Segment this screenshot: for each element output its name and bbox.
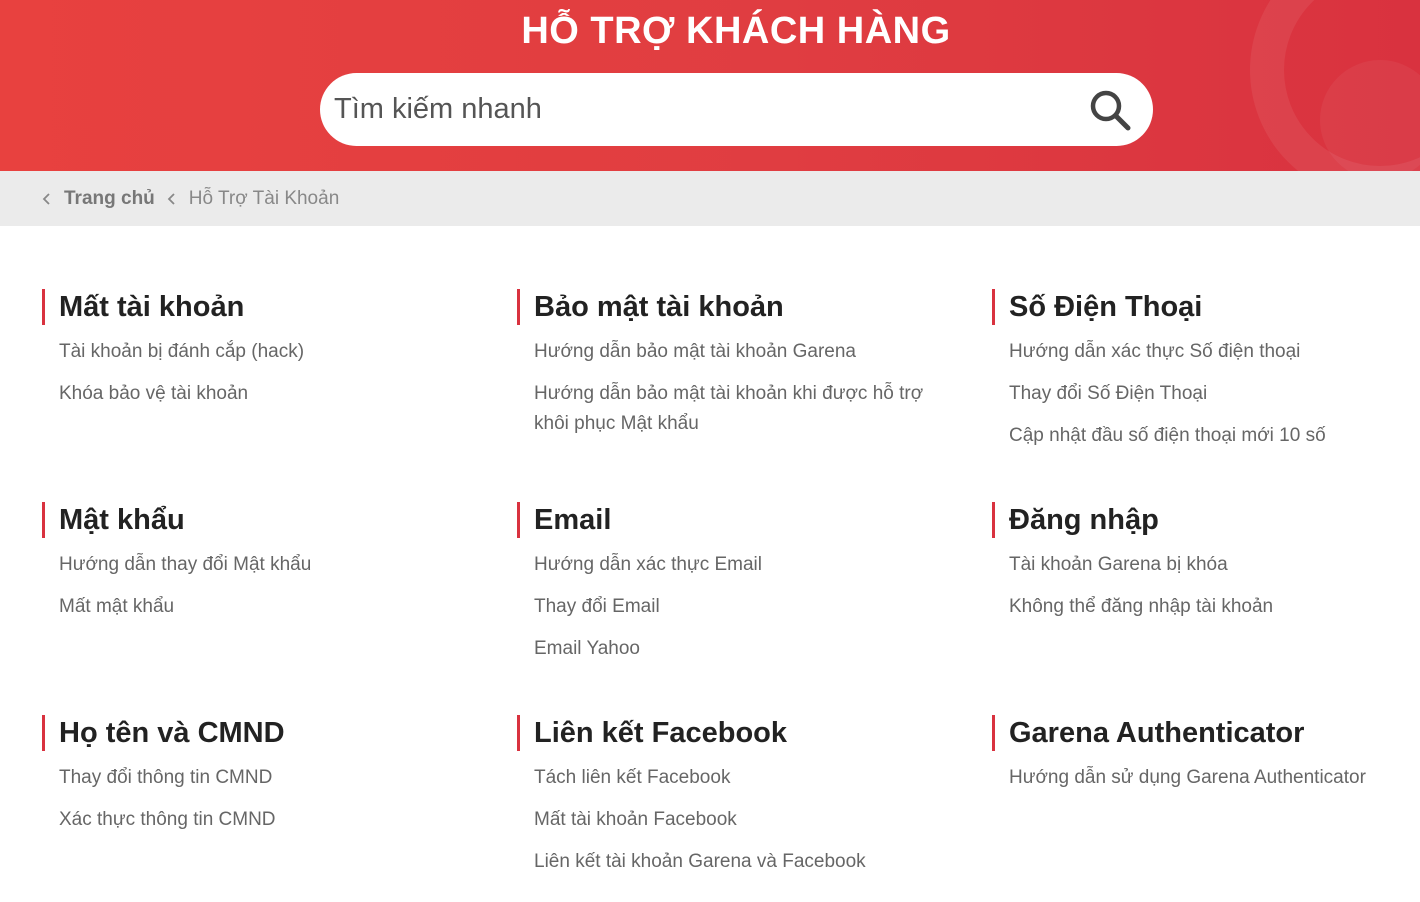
category-link[interactable]: Mất mật khẩu <box>59 592 482 622</box>
category-account-security: Bảo mật tài khoản Hướng dẫn bảo mật tài … <box>517 289 957 451</box>
accent-bar <box>992 289 995 325</box>
category-title: Mất tài khoản <box>59 290 245 323</box>
category-grid: Mất tài khoản Tài khoản bị đánh cắp (hac… <box>0 226 1420 902</box>
category-link[interactable]: Khóa bảo vệ tài khoản <box>59 379 482 409</box>
breadcrumb: Trang chủ Hỗ Trợ Tài Khoản <box>0 171 1420 226</box>
accent-bar <box>992 715 995 751</box>
chevron-left-icon <box>42 192 52 206</box>
category-link[interactable]: Tài khoản Garena bị khóa <box>1009 550 1412 580</box>
category-title: Mật khẩu <box>59 503 185 536</box>
category-link[interactable]: Hướng dẫn thay đổi Mật khẩu <box>59 550 482 580</box>
category-link[interactable]: Không thể đăng nhập tài khoản <box>1009 592 1412 622</box>
category-title: Liên kết Facebook <box>534 716 788 749</box>
category-login: Đăng nhập Tài khoản Garena bị khóa Không… <box>992 502 1412 634</box>
category-link[interactable]: Liên kết tài khoản Garena và Facebook <box>534 847 957 877</box>
category-garena-authenticator: Garena Authenticator Hướng dẫn sử dụng G… <box>992 715 1412 805</box>
category-password: Mật khẩu Hướng dẫn thay đổi Mật khẩu Mất… <box>42 502 482 634</box>
search-box <box>320 73 1153 146</box>
category-link[interactable]: Thay đổi Số Điện Thoại <box>1009 379 1412 409</box>
search-icon[interactable] <box>1087 87 1133 133</box>
breadcrumb-home-link[interactable]: Trang chủ <box>64 188 155 210</box>
search-input[interactable] <box>334 93 1087 126</box>
category-link[interactable]: Hướng dẫn bảo mật tài khoản Garena <box>534 337 957 367</box>
category-facebook-link: Liên kết Facebook Tách liên kết Facebook… <box>517 715 957 889</box>
category-link[interactable]: Cập nhật đầu số điện thoại mới 10 số <box>1009 421 1412 451</box>
category-phone-number: Số Điện Thoại Hướng dẫn xác thực Số điện… <box>992 289 1412 463</box>
page-title: HỖ TRỢ KHÁCH HÀNG <box>521 10 951 52</box>
chevron-left-icon <box>167 192 177 206</box>
accent-bar <box>517 289 520 325</box>
category-title: Đăng nhập <box>1009 503 1159 536</box>
category-title: Garena Authenticator <box>1009 716 1305 749</box>
category-link[interactable]: Hướng dẫn bảo mật tài khoản khi được hỗ … <box>534 379 957 439</box>
category-title: Số Điện Thoại <box>1009 290 1203 323</box>
accent-bar <box>992 502 995 538</box>
category-name-id: Họ tên và CMND Thay đổi thông tin CMND X… <box>42 715 482 847</box>
category-link[interactable]: Hướng dẫn xác thực Email <box>534 550 957 580</box>
category-link[interactable]: Email Yahoo <box>534 634 957 664</box>
page-header: HỖ TRỢ KHÁCH HÀNG <box>0 0 1420 171</box>
category-title: Họ tên và CMND <box>59 716 285 749</box>
category-link[interactable]: Tách liên kết Facebook <box>534 763 957 793</box>
category-title: Bảo mật tài khoản <box>534 290 784 323</box>
category-link[interactable]: Mất tài khoản Facebook <box>534 805 957 835</box>
category-link[interactable]: Thay đổi Email <box>534 592 957 622</box>
category-email: Email Hướng dẫn xác thực Email Thay đổi … <box>517 502 957 676</box>
category-link[interactable]: Thay đổi thông tin CMND <box>59 763 482 793</box>
accent-bar <box>517 715 520 751</box>
category-link[interactable]: Xác thực thông tin CMND <box>59 805 482 835</box>
accent-bar <box>42 502 45 538</box>
category-link[interactable]: Tài khoản bị đánh cắp (hack) <box>59 337 482 367</box>
category-title: Email <box>534 503 612 536</box>
accent-bar <box>42 715 45 751</box>
category-lost-account: Mất tài khoản Tài khoản bị đánh cắp (hac… <box>42 289 482 421</box>
accent-bar <box>42 289 45 325</box>
breadcrumb-current: Hỗ Trợ Tài Khoản <box>188 187 340 209</box>
category-link[interactable]: Hướng dẫn xác thực Số điện thoại <box>1009 337 1412 367</box>
category-link[interactable]: Hướng dẫn sử dụng Garena Authenticator <box>1009 763 1412 793</box>
accent-bar <box>517 502 520 538</box>
